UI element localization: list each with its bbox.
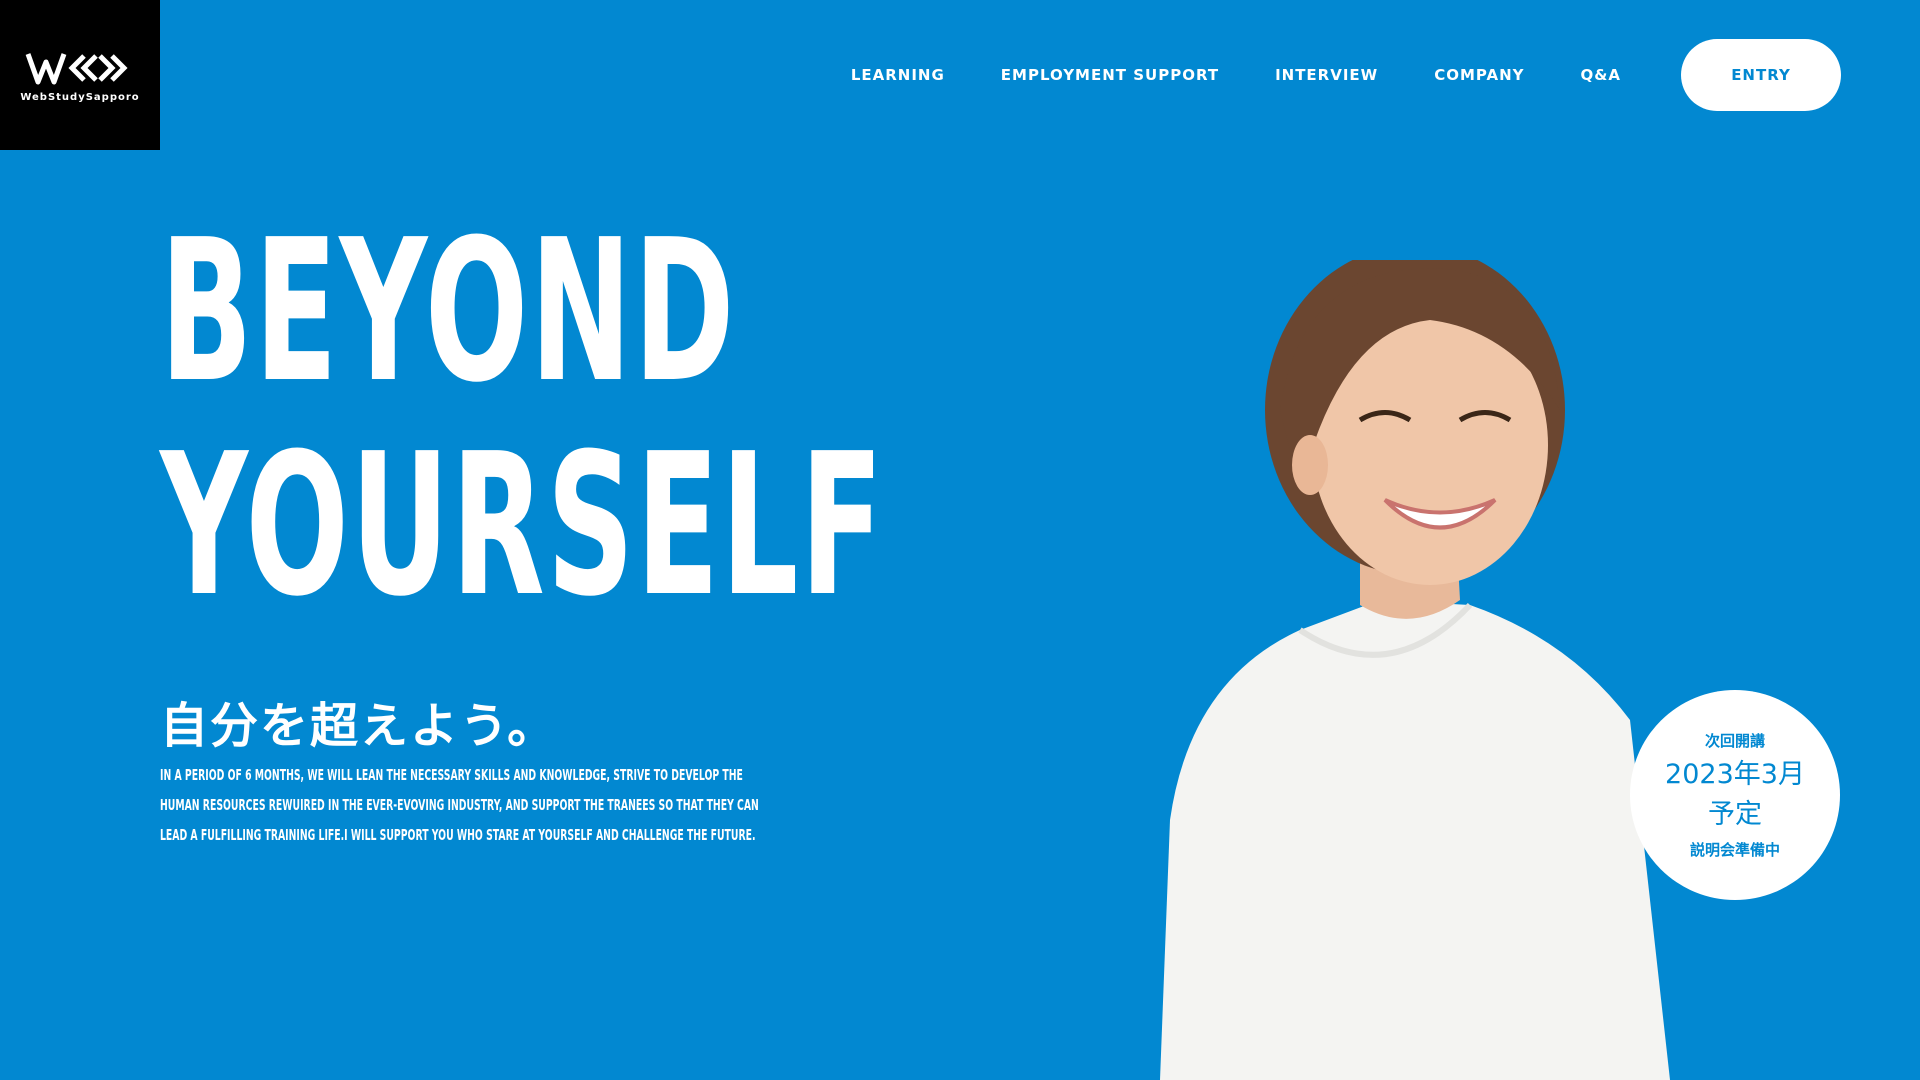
badge-date: 2023年3月 <box>1665 759 1805 790</box>
nav-item-employment-support[interactable]: EMPLOYMENT SUPPORT <box>1001 66 1219 84</box>
nav-item-learning[interactable]: LEARNING <box>851 66 945 84</box>
logo-subtitle: WebStudySapporo <box>20 91 140 103</box>
wsss-logo-icon <box>25 52 128 84</box>
hero-headline-line-1: BEYOND <box>160 198 737 426</box>
hero-headline-line-2: YOURSELF <box>160 412 886 640</box>
hero-description: IN A PERIOD OF 6 MONTHS, WE WILL LEAN TH… <box>160 766 759 844</box>
next-course-badge: 次回開講 2023年3月 予定 説明会準備中 <box>1630 690 1840 900</box>
entry-button[interactable]: ENTRY <box>1681 39 1841 111</box>
site-logo[interactable]: WebStudySapporo <box>0 0 160 150</box>
main-nav: LEARNING EMPLOYMENT SUPPORT INTERVIEW CO… <box>851 39 1841 111</box>
badge-subtext: 説明会準備中 <box>1689 841 1780 859</box>
nav-item-company[interactable]: COMPANY <box>1434 66 1524 84</box>
badge-date-suffix: 予定 <box>1708 799 1762 830</box>
nav-item-qa[interactable]: Q&A <box>1581 66 1621 84</box>
nav-item-interview[interactable]: INTERVIEW <box>1275 66 1378 84</box>
hero-headline: BEYOND YOURSELF <box>160 205 885 633</box>
hero-person-photo <box>1160 260 1670 1080</box>
badge-label: 次回開講 <box>1704 732 1765 750</box>
hero-tagline-jp: 自分を超えよう。 <box>160 698 558 754</box>
